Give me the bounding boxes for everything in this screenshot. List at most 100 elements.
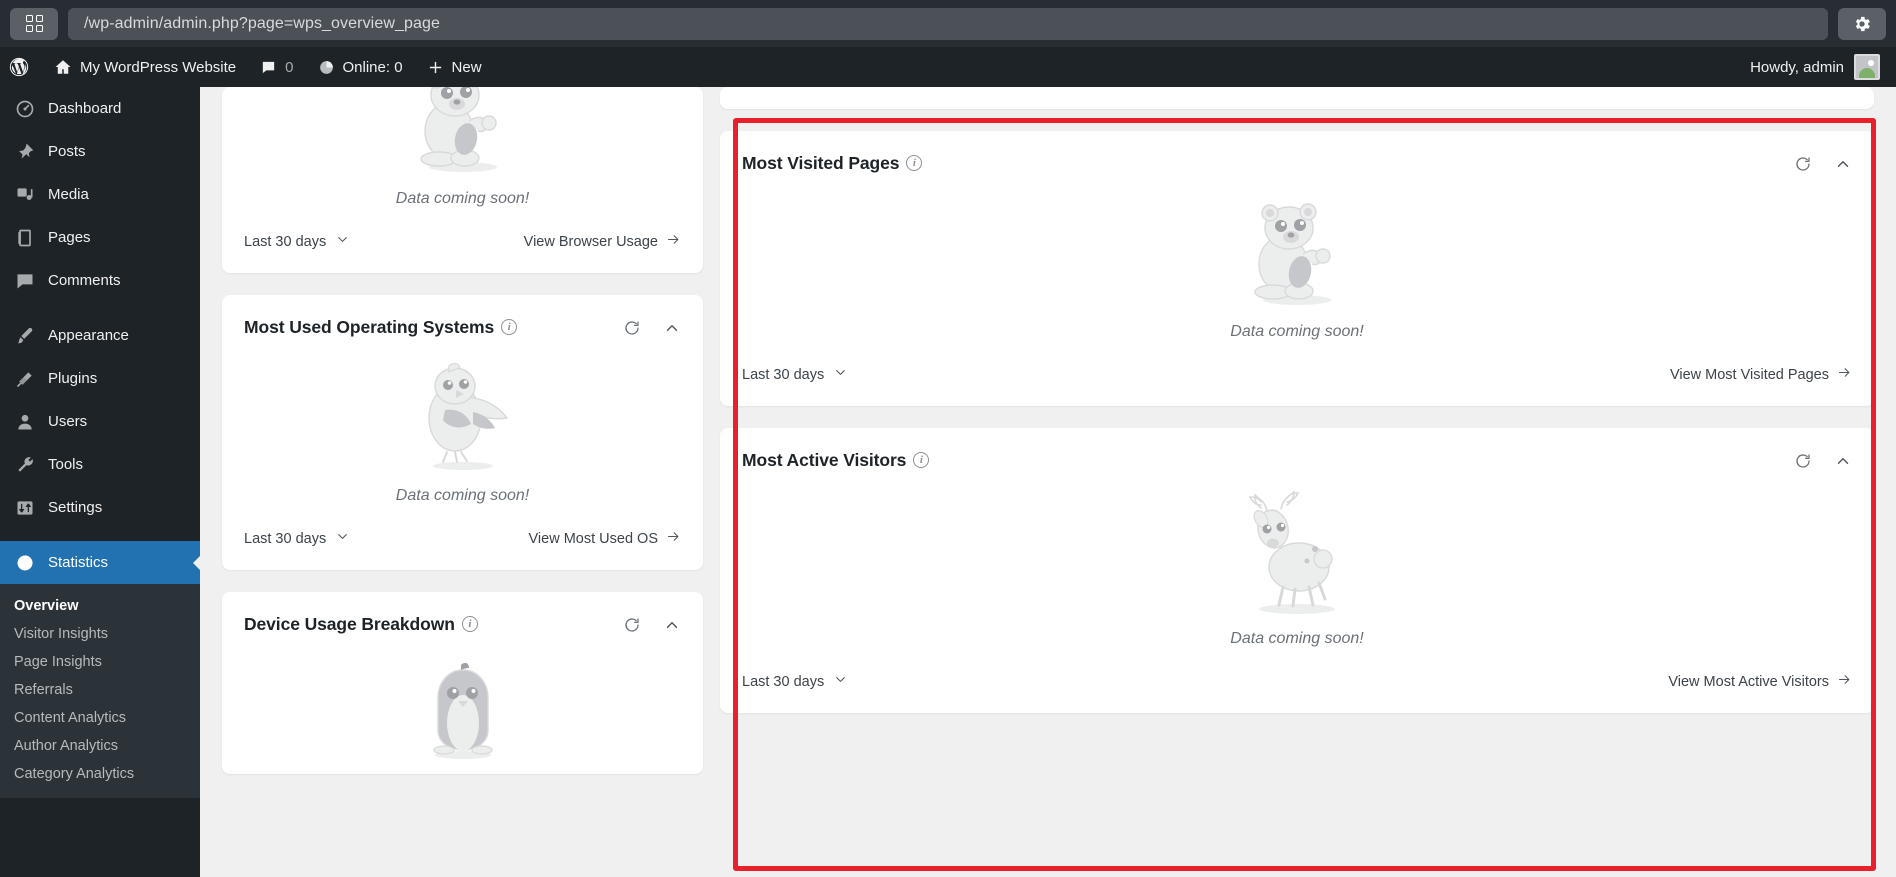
arrow-right-icon [666,529,681,548]
sidebar-item-tools[interactable]: Tools [0,443,200,486]
info-icon[interactable]: i [501,319,518,336]
wordpress-logo-icon[interactable] [0,47,42,87]
sliders-icon [14,497,36,519]
url-input[interactable]: /wp-admin/admin.php?page=wps_overview_pa… [68,7,1828,40]
info-icon[interactable]: i [461,616,478,633]
info-icon[interactable]: i [906,155,923,172]
date-range-label: Last 30 days [244,233,327,250]
info-icon[interactable]: i [913,452,930,469]
statistics-submenu: Overview Visitor Insights Page Insights Ref… [0,584,200,798]
comment-bubble-icon [262,61,275,73]
refresh-icon[interactable] [623,319,641,337]
sidebar-item-label: Posts [48,143,86,160]
online-label: Online: 0 [342,58,403,76]
view-report-label: View Most Active Visitors [1668,673,1829,690]
admin-sidebar: Dashboard Posts Media Pages Comments Appearan… [0,87,200,877]
sidebar-item-pages[interactable]: Pages [0,216,200,259]
bear-illustration [1254,203,1331,305]
comments-menu[interactable]: 0 [248,47,305,87]
online-menu[interactable]: Online: 0 [306,47,415,87]
sidebar-item-media[interactable]: Media [0,173,200,216]
site-name-menu[interactable]: My WordPress Website [42,47,248,87]
deer-illustration [1227,489,1367,624]
avatar[interactable] [1854,54,1880,80]
card-footer: Last 30 days View Most Visited Pages [720,347,1874,406]
gear-icon[interactable] [1838,7,1886,40]
submenu-item-visitor-insights[interactable]: Visitor Insights [0,620,200,648]
new-menu[interactable]: New [415,47,494,87]
submenu-item-category-analytics[interactable]: Category Analytics [0,760,200,788]
sidebar-item-label: Users [48,413,88,430]
media-icon [14,184,36,206]
sidebar-item-label: Appearance [48,327,129,344]
dashboard-icon [14,98,36,120]
card-browser-usage: Data coming soon! Last 30 days View Browse… [222,87,703,273]
comment-bubble-icon [14,270,36,292]
view-report-label: View Browser Usage [523,233,658,250]
pin-icon [14,141,36,163]
date-range-select[interactable]: Last 30 days [244,529,350,548]
apps-grid-icon[interactable] [10,7,58,40]
penguin-illustration [408,653,518,768]
card-body: Data coming soon! [720,471,1874,654]
coming-soon-text: Data coming soon! [1230,630,1364,647]
browser-chrome-bar: /wp-admin/admin.php?page=wps_overview_pa… [0,0,1896,47]
card-title: Most Visited Pages i [742,153,923,174]
bear-illustration [419,87,497,172]
sidebar-item-appearance[interactable]: Appearance [0,314,200,357]
card-title: Most Used Operating Systems i [244,317,518,338]
submenu-item-content-analytics[interactable]: Content Analytics [0,704,200,732]
chevron-up-icon[interactable] [663,319,681,337]
bear-illustration [1237,192,1357,317]
card-footer: Last 30 days View Most Used OS [222,511,703,570]
submenu-item-page-insights[interactable]: Page Insights [0,648,200,676]
date-range-select[interactable]: Last 30 days [742,672,848,691]
chevron-up-icon[interactable] [1834,452,1852,470]
sidebar-item-label: Plugins [48,370,98,387]
howdy-label[interactable]: Howdy, admin [1750,59,1844,76]
sidebar-item-settings[interactable]: Settings [0,486,200,529]
submenu-item-author-analytics[interactable]: Author Analytics [0,732,200,760]
view-report-label: View Most Used OS [528,530,658,547]
sidebar-item-plugins[interactable]: Plugins [0,357,200,400]
date-range-select[interactable]: Last 30 days [742,365,848,384]
submenu-item-referrals[interactable]: Referrals [0,676,200,704]
chevron-down-icon [833,672,848,691]
view-report-link[interactable]: View Most Active Visitors [1668,672,1852,691]
sidebar-item-label: Comments [48,272,121,289]
user-icon [14,411,36,433]
sidebar-item-comments[interactable]: Comments [0,259,200,302]
card-most-active-visitors: Most Active Visitors i Data coming soon! La… [720,428,1874,713]
sidebar-item-users[interactable]: Users [0,400,200,443]
submenu-item-overview[interactable]: Overview [0,592,200,620]
refresh-icon[interactable] [623,616,641,634]
arrow-right-icon [1837,365,1852,384]
card-header: Most Used Operating Systems i [222,295,703,338]
left-column: Data coming soon! Last 30 days View Browse… [200,87,720,774]
chevron-up-icon[interactable] [1834,155,1852,173]
sidebar-item-statistics[interactable]: Statistics [0,541,200,584]
sidebar-item-dashboard[interactable]: Dashboard [0,87,200,130]
deer-illustration [1248,490,1335,614]
date-range-select[interactable]: Last 30 days [244,232,350,251]
penguin-illustration [432,662,493,759]
card-body: Data coming soon! [222,87,703,214]
view-report-link[interactable]: View Most Used OS [529,529,681,548]
refresh-icon[interactable] [1794,452,1812,470]
bird-illustration [427,362,508,470]
date-range-label: Last 30 days [742,366,825,383]
card-title: Most Active Visitors i [742,450,930,471]
chevron-down-icon [833,365,848,384]
view-report-link[interactable]: View Browser Usage [524,232,681,251]
refresh-icon[interactable] [1794,155,1812,173]
pie-chart-icon [319,60,333,74]
wp-admin-bar: My WordPress Website 0 Online: 0 New How… [0,47,1896,87]
sidebar-item-label: Media [48,186,89,203]
sidebar-item-posts[interactable]: Posts [0,130,200,173]
view-report-link[interactable]: View Most Visited Pages [1670,365,1852,384]
paintbrush-icon [14,325,36,347]
page-icon [14,227,36,249]
chevron-up-icon[interactable] [663,616,681,634]
arrow-right-icon [1837,672,1852,691]
plug-icon [14,368,36,390]
